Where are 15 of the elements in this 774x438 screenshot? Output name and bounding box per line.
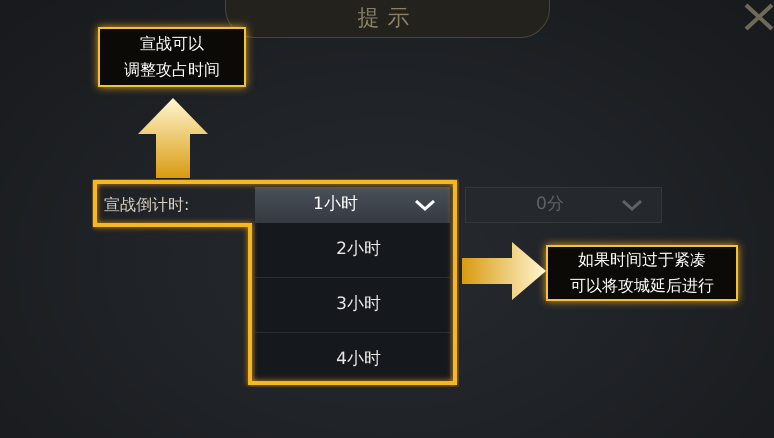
callout-text: 可以将攻城延后进行 (570, 275, 714, 297)
arrow-up-icon (138, 98, 208, 178)
dropdown-option[interactable]: 3小时 (255, 278, 450, 333)
dropdown-option[interactable]: 2小时 (255, 223, 450, 278)
callout-text: 调整攻占时间 (124, 59, 220, 81)
callout-text: 宣战可以 (140, 33, 204, 55)
close-icon[interactable] (744, 3, 774, 31)
dropdown-option[interactable]: 4小时 (255, 333, 450, 388)
dialog-title: 提示 (358, 4, 418, 32)
callout-text: 如果时间过于紧凑 (578, 249, 706, 271)
chevron-down-icon (414, 198, 436, 212)
chevron-down-icon (621, 198, 643, 212)
hours-dropdown[interactable]: 1小时 (255, 187, 450, 223)
countdown-label: 宣战倒计时: (104, 194, 190, 216)
arrow-right-icon (462, 242, 546, 300)
